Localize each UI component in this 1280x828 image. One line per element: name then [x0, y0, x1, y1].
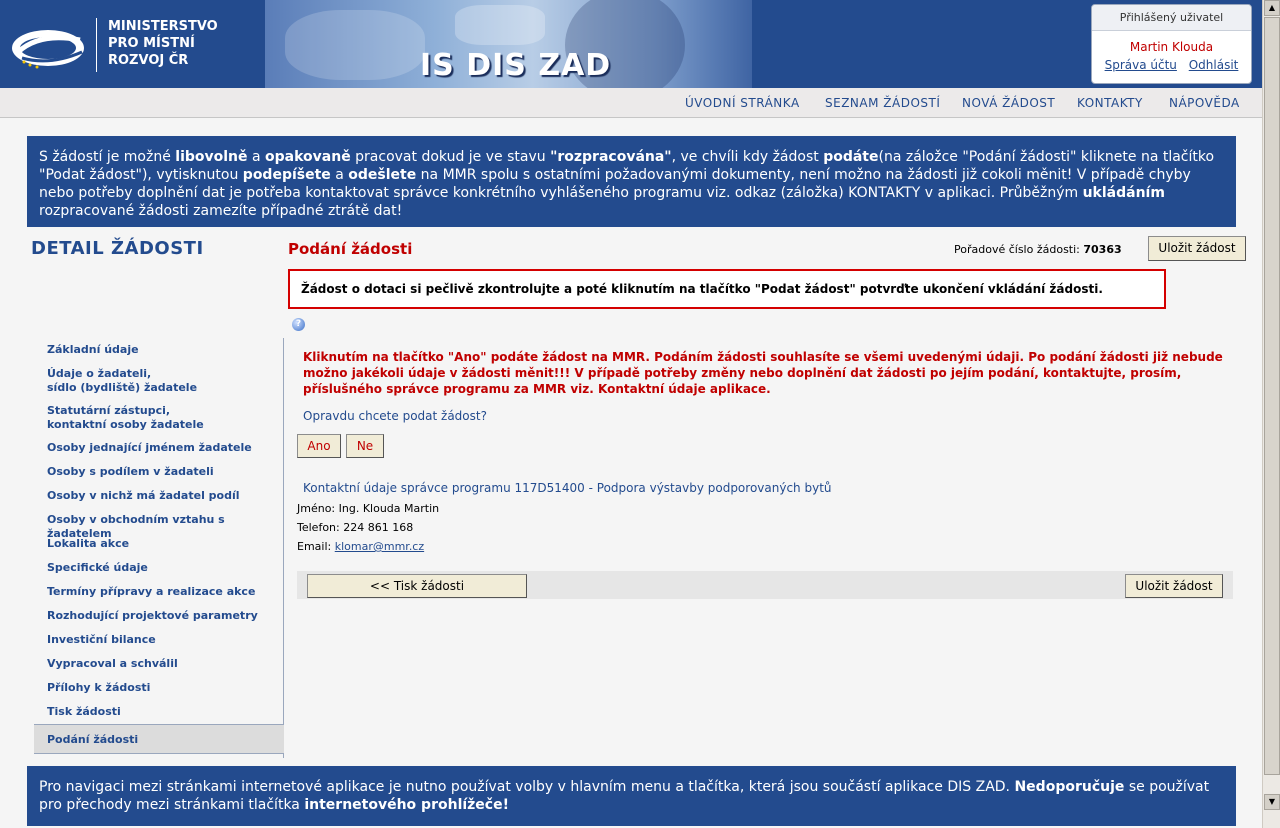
- yes-button[interactable]: Ano: [297, 434, 341, 458]
- sidebar-item-persons-share[interactable]: Osoby s podílem v žadateli: [47, 465, 214, 479]
- sidebar-item-label: Údaje o žadateli,: [47, 367, 152, 380]
- header-banner-image: IS DIS ZAD: [265, 0, 752, 88]
- contact-email-link[interactable]: klomar@mmr.cz: [335, 540, 424, 553]
- ministry-name: MINISTERSTVO PRO MÍSTNÍ ROZVOJ ČR: [108, 18, 218, 69]
- sidebar-item-statutory[interactable]: Statutární zástupci, kontaktní osoby žad…: [47, 404, 204, 432]
- sidebar-item-investment[interactable]: Investiční bilance: [47, 633, 156, 647]
- banner-decoration: [455, 5, 545, 45]
- sidebar-item-label: sídlo (bydliště) žadatele: [47, 381, 198, 394]
- sidebar-item-basic-info[interactable]: Základní údaje: [47, 343, 139, 357]
- nav-applications-list[interactable]: SEZNAM ŽÁDOSTÍ: [825, 96, 940, 110]
- header: MINISTERSTVO PRO MÍSTNÍ ROZVOJ ČR IS DIS…: [0, 0, 1262, 88]
- scroll-thumb[interactable]: [1264, 17, 1280, 775]
- save-button-bottom[interactable]: Uložit žádost: [1125, 574, 1223, 598]
- save-button-top[interactable]: Uložit žádost: [1148, 236, 1246, 261]
- logo-divider: [96, 18, 97, 72]
- info-text: a: [247, 149, 266, 165]
- sidebar-item-label: Statutární zástupci,: [47, 404, 171, 417]
- info-emphasis: libovolně: [175, 149, 248, 165]
- info-emphasis: odešlete: [348, 167, 417, 183]
- sidebar-item-submit-active[interactable]: Podání žádosti: [34, 724, 284, 754]
- info-emphasis: ukládáním: [1082, 185, 1165, 201]
- order-number: Pořadové číslo žádosti: 70363: [954, 243, 1122, 256]
- print-application-button[interactable]: << Tisk žádosti: [307, 574, 527, 598]
- ministry-logo: [12, 30, 84, 69]
- sidebar-item-persons-acting[interactable]: Osoby jednající jménem žadatele: [47, 441, 252, 455]
- contact-phone: Telefon: 224 861 168: [297, 521, 414, 534]
- order-number-value: 70363: [1083, 243, 1122, 256]
- order-number-label: Pořadové číslo žádosti:: [954, 243, 1080, 256]
- user-name: Martin Klouda: [1129, 40, 1214, 54]
- ministry-line: ROZVOJ ČR: [108, 53, 189, 68]
- nav-contacts[interactable]: KONTAKTY: [1077, 96, 1143, 110]
- logged-user-heading: Přihlášený uživatel: [1092, 5, 1251, 31]
- info-emphasis: podáte: [823, 149, 879, 165]
- info-text: S žádostí je možné: [39, 149, 176, 165]
- banner-decoration: [285, 10, 425, 80]
- info-emphasis: "rozpracována": [550, 149, 672, 165]
- warning-box: Žádost o dotaci si pečlivě zkontrolujte …: [288, 269, 1166, 309]
- help-icon[interactable]: ?: [292, 318, 305, 331]
- ministry-line: MINISTERSTVO: [108, 19, 218, 34]
- contact-email: Email: klomar@mmr.cz: [297, 540, 424, 553]
- sidebar-item-label: kontaktní osoby žadatele: [47, 418, 204, 431]
- sidebar-item-specific[interactable]: Specifické údaje: [47, 561, 148, 575]
- nav-new-application[interactable]: NOVÁ ŽÁDOST: [962, 96, 1055, 110]
- info-text: a: [330, 167, 349, 183]
- account-settings-link[interactable]: Správa účtu: [1105, 58, 1177, 72]
- info-emphasis: opakovaně: [265, 149, 351, 165]
- info-text: , ve chvíli kdy žádost: [671, 149, 824, 165]
- confirmation-text: Kliknutím na tlačítko "Ano" podáte žádos…: [303, 350, 1223, 396]
- app-title: IS DIS ZAD: [420, 48, 612, 83]
- sidebar: Základní údaje Údaje o žadateli, sídlo (…: [34, 338, 284, 758]
- scroll-down-arrow-icon[interactable]: ▼: [1264, 794, 1280, 810]
- info-banner-top: S žádostí je možné libovolně a opakovaně…: [27, 136, 1236, 227]
- contact-email-label: Email:: [297, 540, 335, 553]
- info-text: Pro navigaci mezi stránkami internetové …: [39, 779, 1015, 795]
- main-menu: ÚVODNÍ STRÁNKA SEZNAM ŽÁDOSTÍ NOVÁ ŽÁDOS…: [0, 88, 1262, 118]
- nav-home[interactable]: ÚVODNÍ STRÁNKA: [685, 96, 800, 110]
- info-emphasis: Nedoporučuje: [1014, 779, 1125, 795]
- logout-link[interactable]: Odhlásit: [1189, 58, 1239, 72]
- sidebar-item-parameters[interactable]: Rozhodující projektové parametry: [47, 609, 258, 623]
- ministry-line: PRO MÍSTNÍ: [108, 36, 195, 51]
- info-text: rozpracované žádosti zamezíte případné z…: [39, 203, 403, 219]
- page-title: Podání žádosti: [288, 240, 413, 258]
- sidebar-item-attachments[interactable]: Přílohy k žádosti: [47, 681, 150, 695]
- nav-help[interactable]: NÁPOVĚDA: [1169, 96, 1240, 110]
- vertical-scrollbar[interactable]: ▲ ▼: [1262, 0, 1280, 828]
- detail-title: DETAIL ŽÁDOSTI: [31, 238, 204, 259]
- sidebar-item-label: Podání žádosti: [47, 733, 139, 746]
- sidebar-item-applicant[interactable]: Údaje o žadateli, sídlo (bydliště) žadat…: [47, 367, 197, 395]
- sidebar-item-prepared-by[interactable]: Vypracoval a schválil: [47, 657, 178, 671]
- no-button[interactable]: Ne: [346, 434, 384, 458]
- sidebar-item-schedule[interactable]: Termíny přípravy a realizace akce: [47, 585, 255, 599]
- info-banner-bottom: Pro navigaci mezi stránkami internetové …: [27, 766, 1236, 826]
- info-text: pracovat dokud je ve stavu: [350, 149, 551, 165]
- scroll-up-arrow-icon[interactable]: ▲: [1264, 0, 1280, 16]
- page: MINISTERSTVO PRO MÍSTNÍ ROZVOJ ČR IS DIS…: [0, 0, 1262, 828]
- contact-name: Jméno: Ing. Klouda Martin: [297, 502, 440, 515]
- sidebar-item-print[interactable]: Tisk žádosti: [47, 705, 121, 719]
- info-emphasis: internetového prohlížeče!: [304, 797, 509, 813]
- contact-heading: Kontaktní údaje správce programu 117D514…: [303, 481, 832, 495]
- sidebar-item-applicant-share[interactable]: Osoby v nichž má žadatel podíl: [47, 489, 240, 503]
- user-links: Správa účtu Odhlásit: [1092, 58, 1251, 72]
- confirm-question: Opravdu chcete podat žádost?: [303, 409, 487, 423]
- info-emphasis: podepíšete: [242, 167, 331, 183]
- sidebar-item-location[interactable]: Lokalita akce: [47, 537, 129, 551]
- logged-user-box: Přihlášený uživatel Martin Klouda Správa…: [1091, 4, 1252, 84]
